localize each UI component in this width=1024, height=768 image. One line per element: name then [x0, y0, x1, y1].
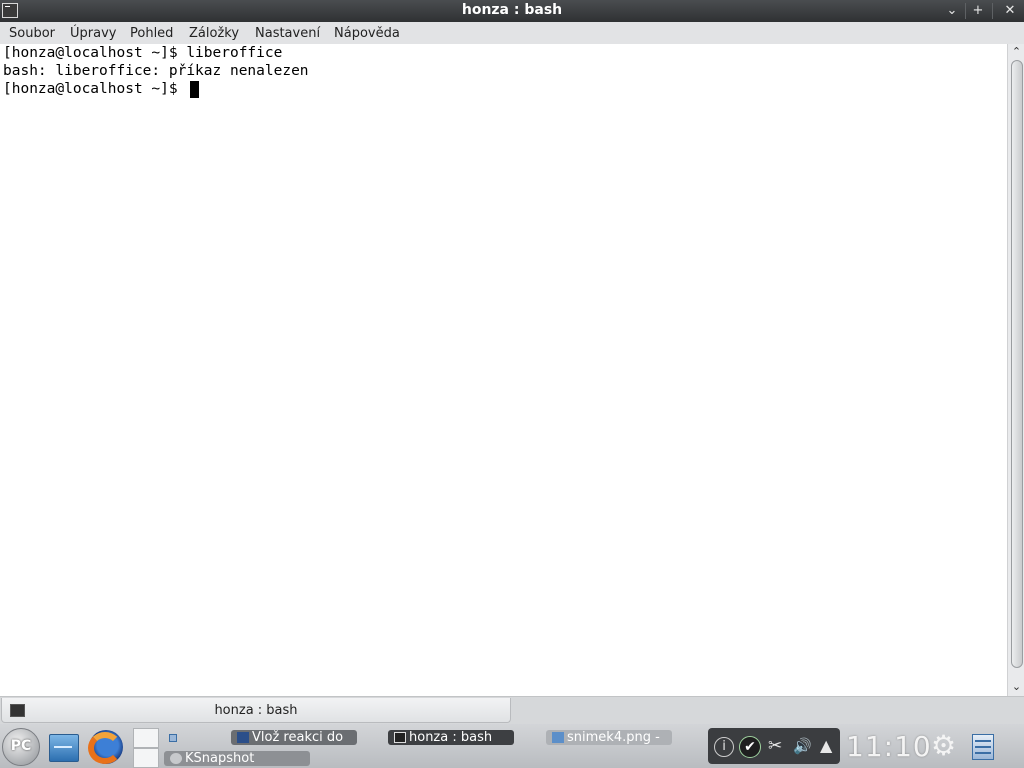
ksnapshot-icon: [170, 753, 182, 764]
terminal-line: [honza@localhost ~]$: [3, 81, 187, 97]
menu-nastaveni[interactable]: Nastavení: [255, 26, 320, 41]
show-desktop-icon[interactable]: [972, 734, 994, 760]
task-terminal[interactable]: honza : bash: [388, 730, 514, 745]
start-menu-label: PC: [10, 738, 32, 754]
folder-icon-detail: [54, 746, 72, 748]
firefox-launcher-icon[interactable]: [88, 728, 123, 764]
task-image[interactable]: snimek4.png -: [546, 730, 672, 745]
task-ksnapshot[interactable]: KSnapshot: [164, 751, 310, 766]
menu-bar: Soubor Úpravy Pohled Záložky Nastavení N…: [0, 22, 1024, 45]
scrollbar-thumb[interactable]: [1011, 60, 1023, 668]
system-tray: i ✔ ✂ 🔊 ▲: [708, 728, 840, 764]
window-title: honza : bash: [461, 2, 563, 18]
file-manager-launcher-icon[interactable]: [46, 728, 80, 764]
scissors-icon[interactable]: ✂: [768, 736, 782, 756]
terminal-line: [honza@localhost ~]$ liberoffice: [3, 45, 283, 61]
gear-icon[interactable]: ⚙: [931, 732, 956, 760]
show-desktop-stripe: [975, 752, 991, 754]
tab-bar: honza : bash: [0, 696, 1024, 725]
virtual-desktop-2[interactable]: [133, 748, 159, 768]
clock[interactable]: 11:10: [846, 730, 932, 763]
browser-icon: [237, 732, 249, 743]
menu-pohled[interactable]: Pohled: [130, 26, 173, 41]
terminal-line: bash: liberoffice: příkaz nenalezen: [3, 63, 309, 79]
folder-icon: [49, 734, 79, 762]
terminal-output[interactable]: [honza@localhost ~]$ liberoffice bash: l…: [0, 44, 1007, 696]
show-desktop-stripe: [975, 740, 991, 742]
show-desktop-stripe: [975, 746, 991, 748]
vertical-scrollbar[interactable]: ⌃ ⌄: [1007, 44, 1024, 696]
maximize-button[interactable]: +: [966, 0, 990, 22]
image-icon: [552, 732, 564, 743]
scroll-down-arrow-icon[interactable]: ⌄: [1008, 680, 1024, 694]
update-status-icon[interactable]: ✔: [739, 736, 761, 758]
titlebar-separator: [992, 3, 993, 19]
desktop-window-indicator: [169, 734, 177, 742]
close-button[interactable]: ✕: [998, 0, 1022, 22]
task-browser[interactable]: Vlož reakci do: [231, 730, 357, 745]
menu-soubor[interactable]: Soubor: [9, 26, 55, 41]
scroll-up-arrow-icon[interactable]: ⌃: [1008, 45, 1024, 59]
info-icon[interactable]: i: [714, 737, 734, 757]
show-hidden-icons-arrow-icon[interactable]: ▲: [820, 736, 832, 756]
start-menu-button[interactable]: PC: [2, 728, 40, 766]
menu-napoveda[interactable]: Nápověda: [334, 26, 400, 41]
terminal-cursor: [190, 81, 199, 98]
volume-icon[interactable]: 🔊: [793, 736, 812, 756]
virtual-desktop-1[interactable]: [133, 728, 159, 748]
menu-zalozky[interactable]: Záložky: [189, 26, 239, 41]
menu-upravy[interactable]: Úpravy: [70, 26, 116, 41]
tab-label: honza : bash: [214, 703, 298, 718]
tab-honza-bash[interactable]: honza : bash: [1, 698, 511, 723]
taskbar: PC Vlož reakci do honza : bash snimek4.p…: [0, 724, 1024, 768]
terminal-icon: [394, 732, 406, 743]
minimize-button[interactable]: ⌄: [940, 0, 964, 22]
window-titlebar[interactable]: honza : bash ⌄ + ✕: [0, 0, 1024, 22]
firefox-fox: [88, 732, 122, 764]
